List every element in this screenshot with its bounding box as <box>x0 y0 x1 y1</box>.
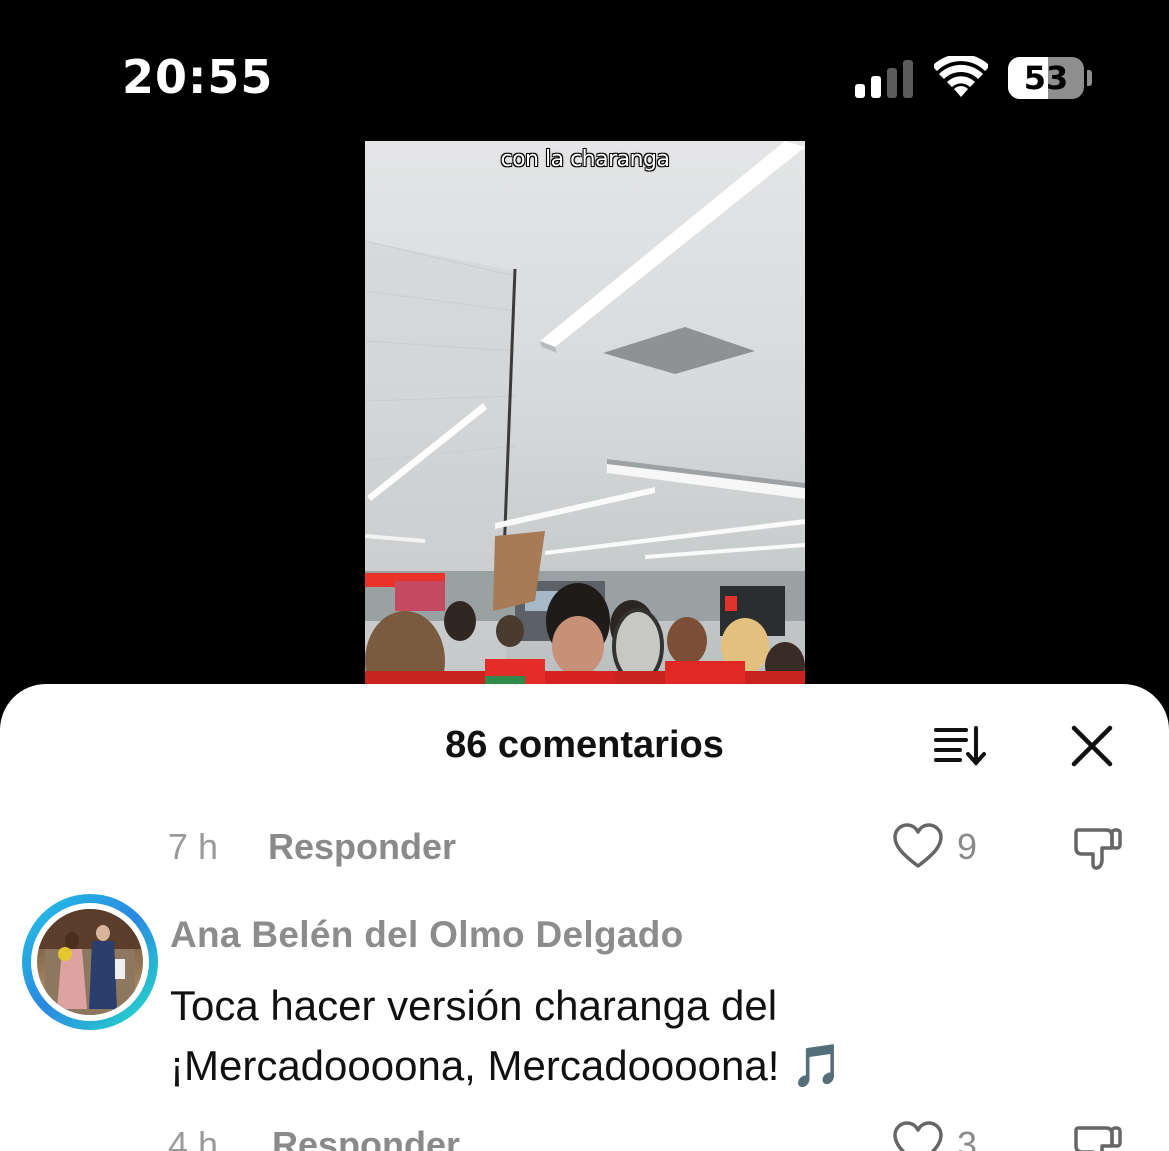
reply-button[interactable]: Responder <box>272 1124 460 1151</box>
comment-username[interactable]: Ana Belén del Olmo Delgado <box>170 914 684 956</box>
like-count: 3 <box>957 1124 978 1151</box>
battery-icon: 53 <box>1008 57 1084 99</box>
avatar-photo <box>37 909 143 1015</box>
sort-icon[interactable] <box>932 726 990 766</box>
battery-percentage: 53 <box>1023 59 1069 97</box>
close-icon[interactable] <box>1070 724 1114 768</box>
comments-sheet: 86 comentarios 7 h Responder 9 Ana Belén… <box>0 684 1169 1151</box>
dislike-icon[interactable] <box>1072 822 1124 874</box>
status-time: 20:55 <box>122 50 274 104</box>
comment-time: 7 h <box>168 826 219 867</box>
dislike-icon[interactable] <box>1072 1120 1124 1151</box>
reply-button[interactable]: Responder <box>268 826 456 868</box>
comment-time: 4 h <box>168 1124 219 1151</box>
video-frame <box>365 141 805 701</box>
video-player[interactable]: con la charanga <box>365 141 805 701</box>
heart-icon[interactable] <box>892 1120 944 1151</box>
battery-cap <box>1087 70 1092 86</box>
avatar[interactable] <box>22 894 158 1030</box>
cellular-signal-icon <box>855 60 915 98</box>
like-count: 9 <box>957 826 978 867</box>
comment-text: Toca hacer versión charanga del ¡Mercado… <box>170 982 844 1089</box>
comments-count-title: 86 comentarios <box>445 724 724 766</box>
wifi-icon <box>934 56 988 97</box>
heart-icon[interactable] <box>892 822 944 870</box>
video-caption: con la charanga <box>500 147 670 172</box>
